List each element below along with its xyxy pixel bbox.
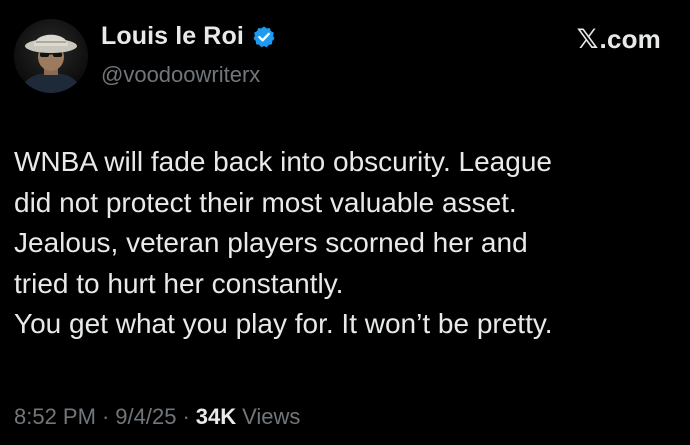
tweet-card: Louis le Roi @voodoowriterx 𝕏 .com WNBA w…: [0, 0, 690, 445]
views-label: Views: [242, 404, 301, 429]
tweet-time[interactable]: 8:52 PM: [14, 404, 96, 430]
profile-photo-icon: [14, 19, 88, 93]
brand-suffix: .com: [599, 24, 661, 54]
tweet-text-line: tried to hurt her constantly.: [14, 267, 344, 299]
display-name[interactable]: Louis le Roi: [101, 22, 244, 51]
x-com-logo: 𝕏 .com: [577, 24, 661, 55]
tweet-date[interactable]: 9/4/25: [115, 404, 176, 430]
tweet-text-line: WNBA will fade back into obscurity. Leag…: [14, 146, 552, 177]
verified-badge-icon: [252, 25, 276, 49]
tweet-text-line: You get what you play for. It won’t be p…: [14, 308, 553, 339]
author-handle[interactable]: @voodoowriterx: [101, 62, 260, 88]
author-row: Louis le Roi: [101, 22, 276, 51]
meta-separator: ·: [182, 404, 190, 429]
views-count[interactable]: 34K: [196, 404, 236, 430]
tweet-text: WNBA will fade back into obscurity. Leag…: [14, 142, 676, 345]
x-logo-icon: 𝕏: [576, 24, 599, 55]
tweet-meta: 8:52 PM · 9/4/25 · 34K Views: [14, 404, 300, 430]
meta-separator: ·: [101, 404, 110, 429]
avatar[interactable]: [14, 19, 88, 93]
tweet-text-line: Jealous, veteran players scorned her and: [14, 227, 528, 258]
tweet-text-line: did not protect their most valuable asse…: [14, 186, 517, 218]
